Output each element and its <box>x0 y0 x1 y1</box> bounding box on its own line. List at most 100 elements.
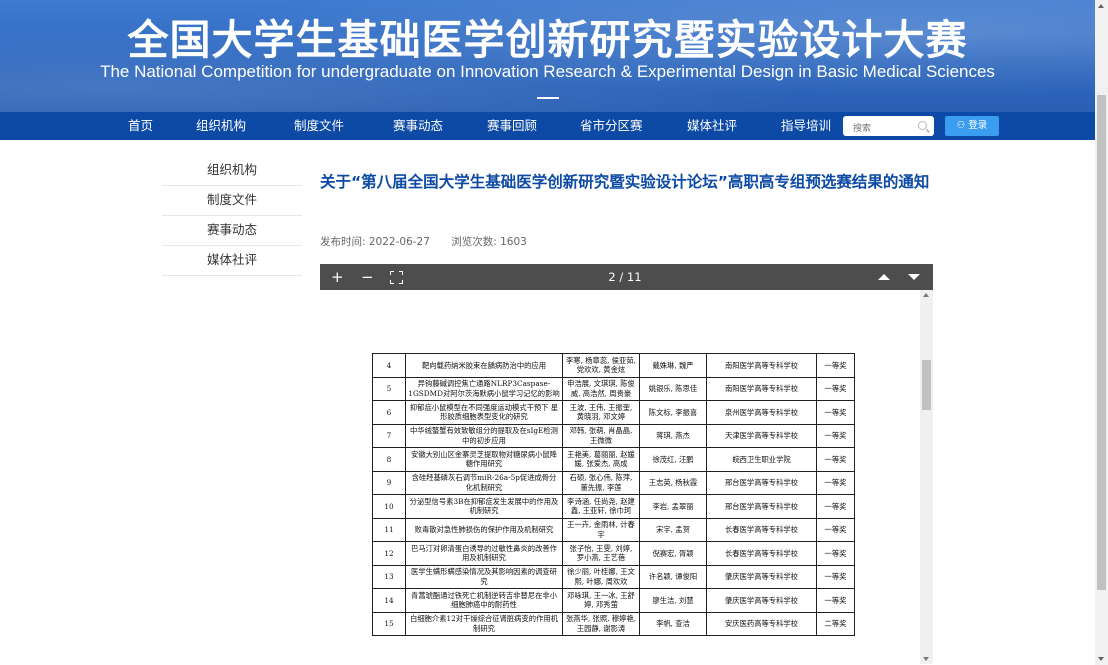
table-row: 15 白细胞介素12对干燥综合征肾脏病变的作用机制研究 张燕华, 张照, 穆婷艳, … <box>372 611 855 636</box>
project-title-cell: 分泌型信号素3B在抑郁症发生发展中的作用及机制研究 <box>405 494 563 519</box>
advisors-cell: 王志英, 杨秋霞 <box>639 470 707 495</box>
award-cell: 一等奖 <box>816 447 855 472</box>
search-input[interactable] <box>843 119 913 139</box>
team-members-cell: 王一卉, 金雨林, 计春宇 <box>562 517 640 542</box>
article-meta: 发布时间: 2022-06-27 浏览次数: 1603 <box>320 234 545 249</box>
table-row: 9 含硅羟基磷灰石调节miR-26a-5p促进成骨分化机制研究 石硕, 张心伟, 陈… <box>372 470 855 495</box>
nav-item-media[interactable]: 媒体社评 <box>687 112 737 140</box>
school-cell: 南阳医学高等专科学校 <box>706 353 817 378</box>
results-table: 4 靶向载药纳米胶束在龋病防治中的应用 李寒, 杨章蕊, 侯亚茹, 党欢欢, 黄金炫… <box>372 353 855 636</box>
page-scroll-up-icon[interactable] <box>1098 4 1104 8</box>
nav-item-regional[interactable]: 省市分区赛 <box>580 112 643 140</box>
row-number-cell: 12 <box>372 541 406 566</box>
zoom-in-button[interactable]: + <box>331 264 344 290</box>
advisors-cell: 宋宇, 孟贺 <box>639 517 707 542</box>
nav-item-organization[interactable]: 组织机构 <box>196 112 246 140</box>
login-button[interactable]: ⚇ 登录 <box>945 116 999 136</box>
row-number-cell: 15 <box>372 611 406 636</box>
advisors-cell: 倪赛宏, 胥颖 <box>639 541 707 566</box>
row-number-cell: 9 <box>372 470 406 495</box>
team-members-cell: 王波, 王伟, 王振奎, 黄晓羽, 邓文婷 <box>562 400 640 425</box>
page-scrollbar[interactable] <box>1095 0 1108 665</box>
table-row: 6 抑郁症小鼠模型在不同强度运动模式干预下 星形胶质细胞表型变化的研究 王波, 王伟… <box>372 400 855 425</box>
nav-item-review[interactable]: 赛事回顾 <box>487 112 537 140</box>
main-nav: 首页 组织机构 制度文件 赛事动态 赛事回顾 省市分区赛 媒体社评 指导培训 ⚇… <box>0 112 1095 140</box>
site-title: 全国大学生基础医学创新研究暨实验设计大赛 <box>127 16 968 64</box>
project-title-cell: 败毒散对急性肺损伤的保护作用及机制研究 <box>405 517 563 542</box>
pdf-scrollbar[interactable] <box>920 290 933 664</box>
pdf-viewer: + − 2 / 11 4 靶向载药纳米胶束在龋病防治中的应用 李寒, 杨章蕊, 侯亚… <box>320 264 933 664</box>
nav-item-home[interactable]: 首页 <box>128 112 153 140</box>
sidebar-item-media[interactable]: 媒体社评 <box>162 246 302 276</box>
row-number-cell: 7 <box>372 423 406 448</box>
team-members-cell: 徐少丽, 叶桂娜, 王文熙, 叶娜, 周欢欢 <box>562 564 640 589</box>
advisors-cell: 戴姝琳, 魏严 <box>639 353 707 378</box>
award-cell: 一等奖 <box>816 494 855 519</box>
sidebar-item-news[interactable]: 赛事动态 <box>162 216 302 246</box>
banner-divider <box>537 97 559 99</box>
site-subtitle: The National Competition for undergradua… <box>100 62 995 81</box>
project-title-cell: 白细胞介素12对干燥综合征肾脏病变的作用机制研究 <box>405 611 563 636</box>
nav-item-regulations[interactable]: 制度文件 <box>294 112 344 140</box>
sidebar-item-organization[interactable]: 组织机构 <box>162 156 302 186</box>
team-members-cell: 李诗涵, 任尚尧, 赵建鑫, 王亚轩, 徐巾珂 <box>562 494 640 519</box>
user-icon: ⚇ <box>956 120 969 131</box>
project-title-cell: 中华绒螯蟹有效致敏组分的提取及在sIgE检测中的初步应用 <box>405 423 563 448</box>
table-row: 4 靶向载药纳米胶束在龋病防治中的应用 李寒, 杨章蕊, 侯亚茹, 党欢欢, 黄金炫… <box>372 353 855 378</box>
page-scroll-down-icon[interactable] <box>1098 657 1104 661</box>
nav-item-news[interactable]: 赛事动态 <box>393 112 443 140</box>
award-cell: 一等奖 <box>816 588 855 613</box>
nav-item-training[interactable]: 指导培训 <box>781 112 831 140</box>
next-page-icon[interactable] <box>908 274 920 280</box>
sidebar-item-regulations[interactable]: 制度文件 <box>162 186 302 216</box>
row-number-cell: 14 <box>372 588 406 613</box>
article-title: 关于“第八届全国大学生基础医学创新研究暨实验设计论坛”高职高专组预选赛结果的通知 <box>320 173 930 191</box>
advisors-cell: 廖生洁, 刘慧 <box>639 588 707 613</box>
view-count: 浏览次数: 1603 <box>451 236 527 248</box>
award-cell: 一等奖 <box>816 400 855 425</box>
prev-page-icon[interactable] <box>878 274 890 280</box>
scroll-down-icon[interactable] <box>923 657 929 661</box>
row-number-cell: 11 <box>372 517 406 542</box>
school-cell: 邢台医学高等专科学校 <box>706 494 817 519</box>
team-members-cell: 张燕华, 张照, 穆婷艳, 王园静, 谢影涛 <box>562 611 640 636</box>
team-members-cell: 邓咏琪, 王一冰, 王舒婷, 邓秀萤 <box>562 588 640 613</box>
team-members-cell: 张子怡, 王雯, 刘婷, 罗小燕, 王艺蓓 <box>562 541 640 566</box>
school-cell: 天津医学高等专科学校 <box>706 423 817 448</box>
table-row: 10 分泌型信号素3B在抑郁症发生发展中的作用及机制研究 李诗涵, 任尚尧, 赵建鑫… <box>372 494 855 519</box>
pdf-toolbar: + − 2 / 11 <box>320 264 933 290</box>
row-number-cell: 6 <box>372 400 406 425</box>
site-banner: 全国大学生基础医学创新研究暨实验设计大赛 The National Compet… <box>0 0 1095 112</box>
project-title-cell: 抑郁症小鼠模型在不同强度运动模式干预下 星形胶质细胞表型变化的研究 <box>405 400 563 425</box>
fullscreen-icon[interactable] <box>390 271 403 284</box>
project-title-cell: 巴马汀对卵清蛋白诱导的过敏性鼻炎的改善作用及机制研究 <box>405 541 563 566</box>
page-indicator: 2 / 11 <box>608 270 642 284</box>
school-cell: 长春医学高等专科学校 <box>706 541 817 566</box>
project-title-cell: 含硅羟基磷灰石调节miR-26a-5p促进成骨分化机制研究 <box>405 470 563 495</box>
row-number-cell: 5 <box>372 376 406 401</box>
school-cell: 南阳医学高等专科学校 <box>706 376 817 401</box>
award-cell: 一等奖 <box>816 376 855 401</box>
school-cell: 安庆医药高等专科学校 <box>706 611 817 636</box>
award-cell: 一等奖 <box>816 541 855 566</box>
advisors-cell: 李岩, 孟翠丽 <box>639 494 707 519</box>
team-members-cell: 王艳美, 葛丽丽, 赵媛媛, 张爱杰, 高成 <box>562 447 640 472</box>
project-title-cell: 青蒿琥酯通过铁死亡机制逆转吉非替尼在非小细胞肺癌中的耐药性 <box>405 588 563 613</box>
search-icon[interactable] <box>918 121 927 130</box>
advisors-cell: 蒋琪, 燕杰 <box>639 423 707 448</box>
team-members-cell: 申浩展, 文琪琪, 陈俊威, 高浩然, 周贵豪 <box>562 376 640 401</box>
table-row: 12 巴马汀对卵清蛋白诱导的过敏性鼻炎的改善作用及机制研究 张子怡, 王雯, 刘婷,… <box>372 541 855 566</box>
page-scroll-thumb[interactable] <box>1097 95 1106 590</box>
scroll-up-icon[interactable] <box>923 293 929 297</box>
row-number-cell: 10 <box>372 494 406 519</box>
pdf-scroll-thumb[interactable] <box>922 360 931 410</box>
school-cell: 皖西卫生职业学院 <box>706 447 817 472</box>
advisors-cell: 许名颖, 谭俊阳 <box>639 564 707 589</box>
table-row: 8 安徽大别山区金寨灵芝提取物对糖尿病小鼠降糖作用研究 王艳美, 葛丽丽, 赵媛媛,… <box>372 447 855 472</box>
team-members-cell: 邓韩, 张萌, 肖晶晶, 王微微 <box>562 423 640 448</box>
school-cell: 长春医学高等专科学校 <box>706 517 817 542</box>
award-cell: 一等奖 <box>816 353 855 378</box>
zoom-out-button[interactable]: − <box>361 264 374 290</box>
row-number-cell: 8 <box>372 447 406 472</box>
pdf-page: 4 靶向载药纳米胶束在龋病防治中的应用 李寒, 杨章蕊, 侯亚茹, 党欢欢, 黄金炫… <box>320 290 920 664</box>
